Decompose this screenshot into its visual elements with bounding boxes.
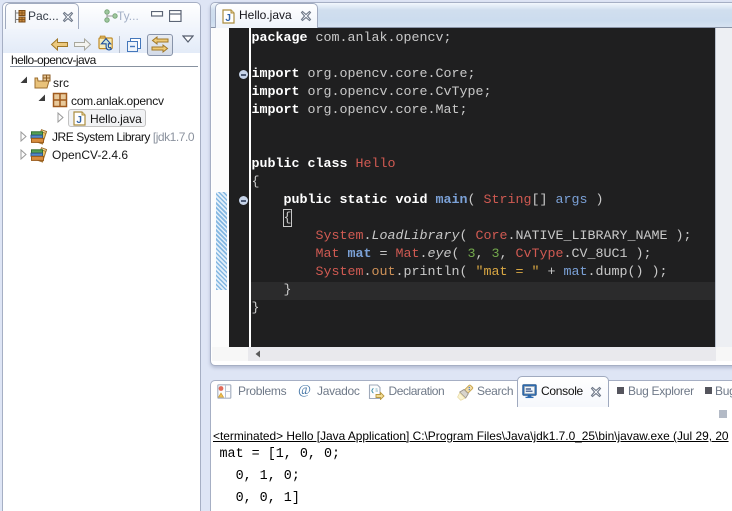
- svg-text:J: J: [225, 13, 231, 24]
- svg-text:J: J: [76, 115, 82, 126]
